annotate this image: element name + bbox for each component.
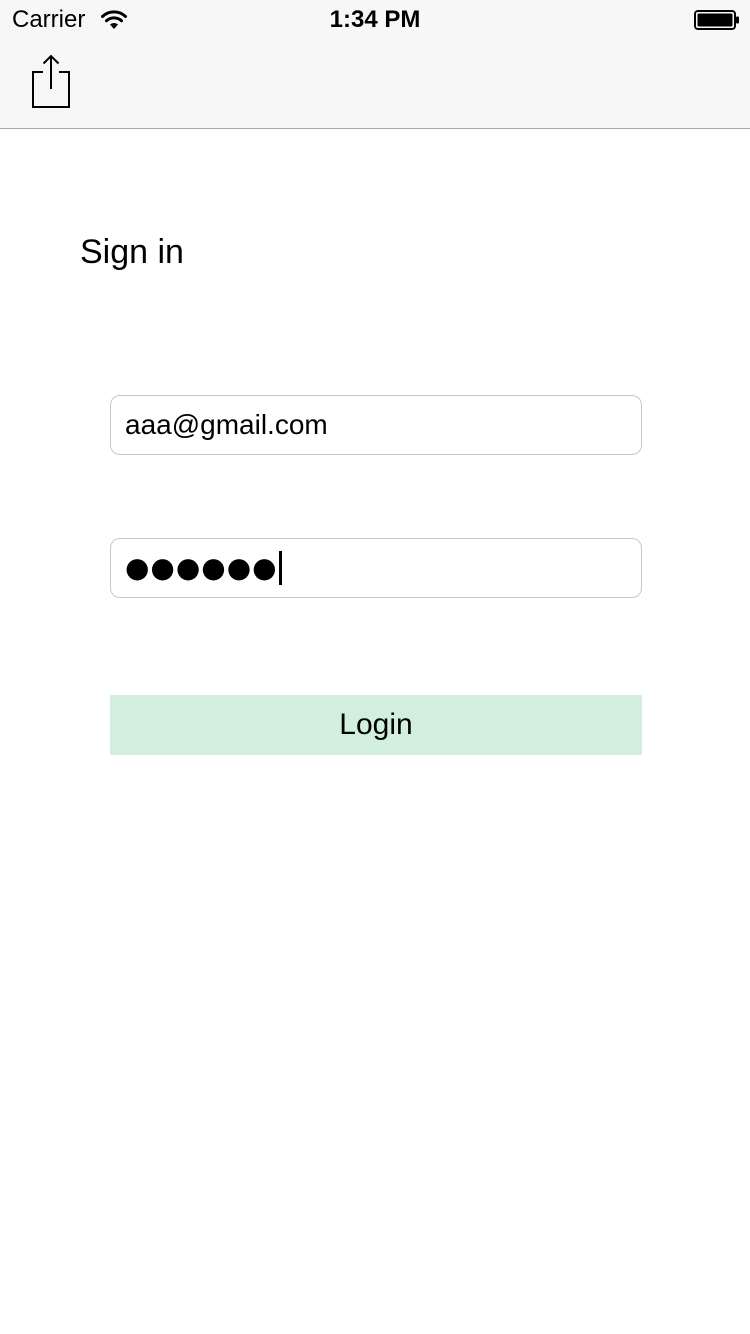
share-icon <box>26 52 76 112</box>
share-button[interactable] <box>26 52 76 112</box>
text-cursor <box>278 551 282 585</box>
email-field[interactable]: aaa@gmail.com <box>110 395 642 455</box>
password-value: ●●●●●● <box>125 551 278 584</box>
page-title: Sign in <box>80 233 184 271</box>
battery-full-icon <box>694 10 740 30</box>
email-value: aaa@gmail.com <box>125 409 328 440</box>
navigation-bar <box>0 40 750 129</box>
password-field[interactable]: ●●●●●● <box>110 538 642 598</box>
login-button[interactable]: Login <box>110 695 642 755</box>
status-time: 1:34 PM <box>329 6 421 33</box>
status-bar: Carrier 1:34 PM <box>0 0 750 40</box>
